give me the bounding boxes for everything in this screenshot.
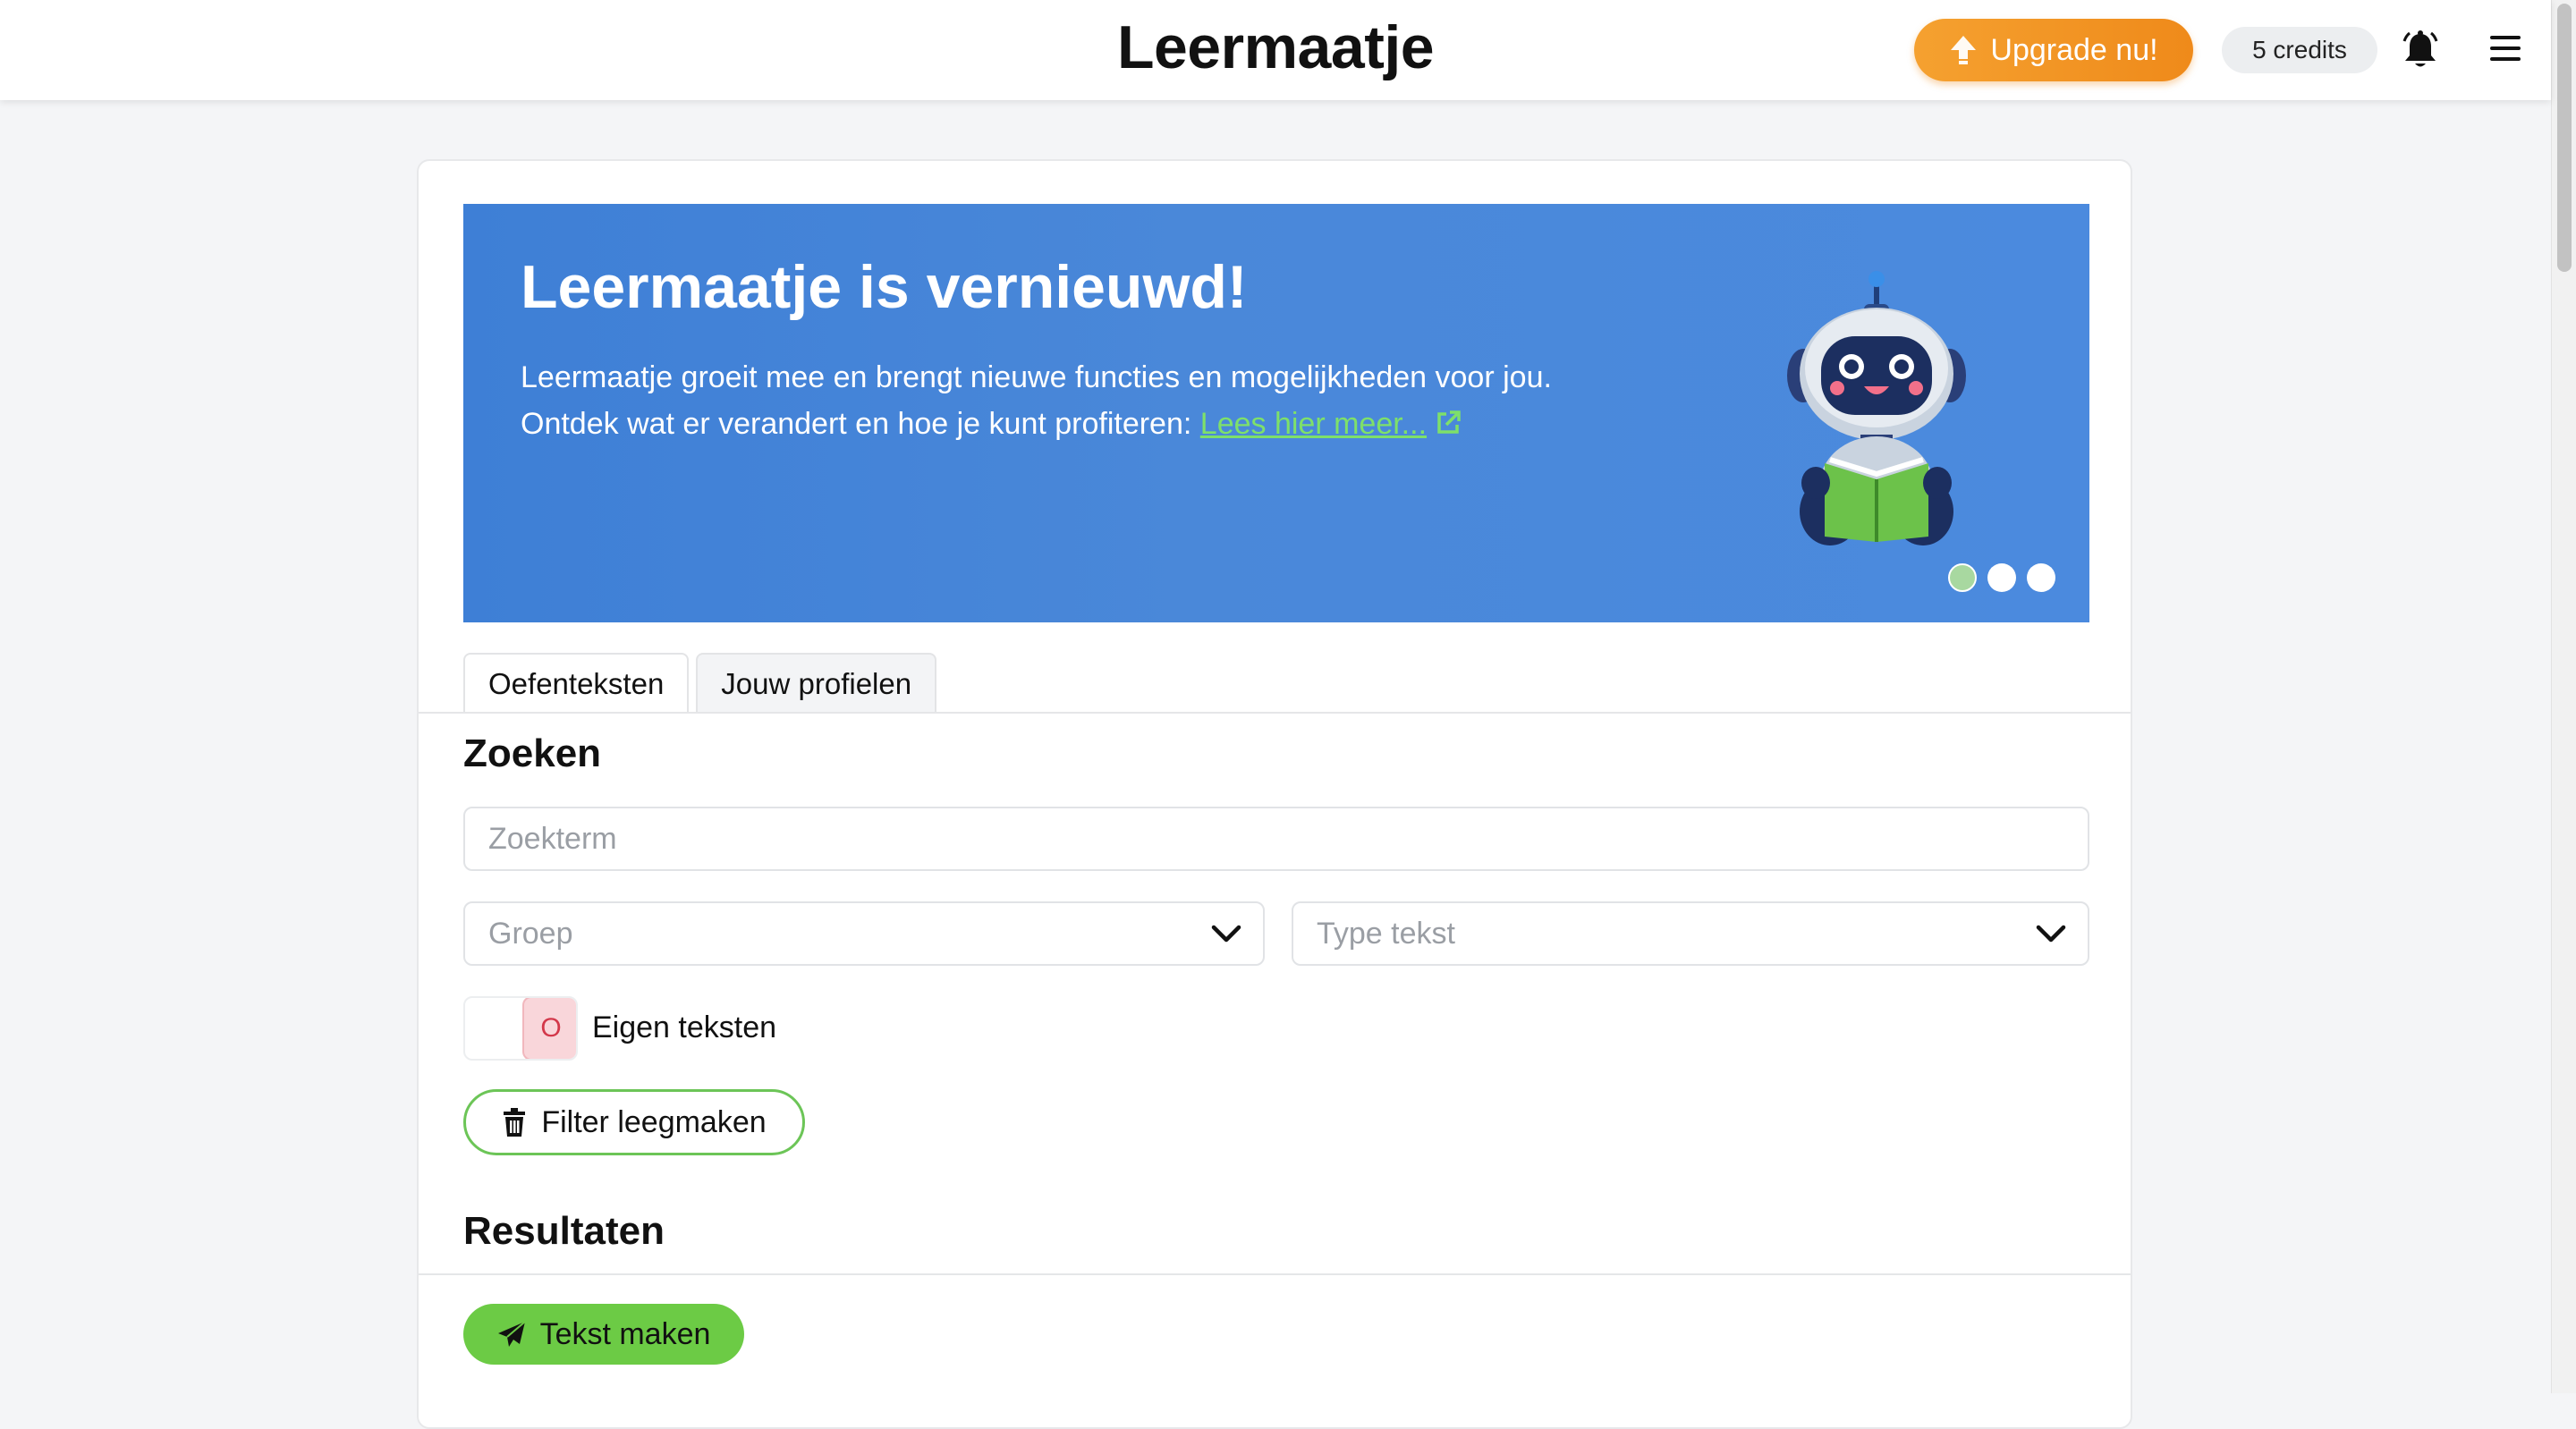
clear-filter-label: Filter leegmaken	[541, 1104, 767, 1139]
upgrade-label: Upgrade nu!	[1990, 32, 2158, 67]
make-text-button[interactable]: Tekst maken	[463, 1304, 744, 1365]
top-bar: Leermaatje Upgrade nu! 5 credits	[0, 0, 2551, 100]
carousel-dot-3[interactable]	[2027, 563, 2055, 592]
clear-filter-button[interactable]: Filter leegmaken	[463, 1089, 805, 1155]
upload-arrow-icon	[1951, 36, 1977, 64]
page-scrollbar[interactable]	[2551, 0, 2576, 1393]
group-select-value: Groep	[488, 916, 573, 951]
banner-line-1: Leermaatje groeit mee en brengt nieuwe f…	[521, 360, 1552, 394]
carousel-dots	[1948, 563, 2055, 592]
upgrade-button[interactable]: Upgrade nu!	[1914, 19, 2193, 81]
tab-divider	[419, 712, 2131, 714]
credits-badge[interactable]: 5 credits	[2222, 27, 2377, 73]
paper-plane-icon	[497, 1321, 526, 1347]
external-link-icon[interactable]	[1434, 409, 1462, 437]
chevron-down-icon	[1211, 925, 1241, 943]
main-card: Leermaatje is vernieuwd! Leermaatje groe…	[417, 159, 2132, 1429]
search-heading: Zoeken	[463, 731, 602, 775]
own-texts-toggle[interactable]: O	[463, 996, 578, 1061]
announcement-banner: Leermaatje is vernieuwd! Leermaatje groe…	[463, 204, 2089, 622]
make-text-label: Tekst maken	[539, 1316, 711, 1351]
chevron-down-icon	[2036, 925, 2066, 943]
results-heading: Resultaten	[463, 1209, 665, 1253]
carousel-dot-1[interactable]	[1948, 563, 1977, 592]
scrollbar-thumb[interactable]	[2557, 4, 2572, 272]
banner-title: Leermaatje is vernieuwd!	[521, 253, 1248, 321]
bell-icon[interactable]	[2402, 30, 2438, 70]
robot-mascot-illustration	[1787, 271, 1966, 545]
tab-jouw-profielen[interactable]: Jouw profielen	[696, 653, 937, 714]
toggle-off-knob: O	[522, 998, 576, 1059]
tab-oefenteksten[interactable]: Oefenteksten	[463, 653, 690, 714]
search-term-input[interactable]: Zoekterm	[463, 807, 2089, 871]
hamburger-menu-icon[interactable]	[2490, 36, 2521, 63]
results-divider	[419, 1273, 2131, 1275]
read-more-link[interactable]: Lees hier meer...	[1200, 407, 1427, 441]
banner-line-2: Ontdek wat er verandert en hoe je kunt p…	[521, 407, 1200, 441]
text-type-select-value: Type tekst	[1317, 916, 1455, 951]
group-select[interactable]: Groep	[463, 901, 1265, 966]
text-type-select[interactable]: Type tekst	[1292, 901, 2089, 966]
own-texts-label: Eigen teksten	[592, 1010, 777, 1044]
trash-icon	[504, 1108, 526, 1137]
banner-text: Leermaatje groeit mee en brengt nieuwe f…	[521, 354, 1683, 447]
carousel-dot-2[interactable]	[1987, 563, 2016, 592]
tab-bar: Oefenteksten Jouw profielen	[463, 653, 937, 714]
